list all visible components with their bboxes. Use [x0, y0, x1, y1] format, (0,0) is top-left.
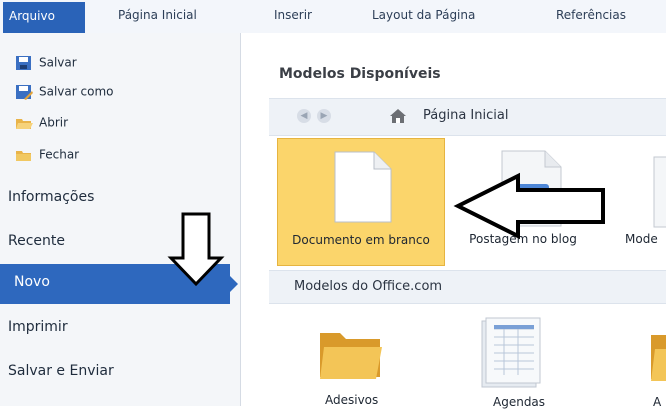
down-arrow-annotation — [167, 212, 225, 287]
annotation-overlay — [167, 172, 605, 287]
left-arrow-annotation — [453, 172, 605, 240]
